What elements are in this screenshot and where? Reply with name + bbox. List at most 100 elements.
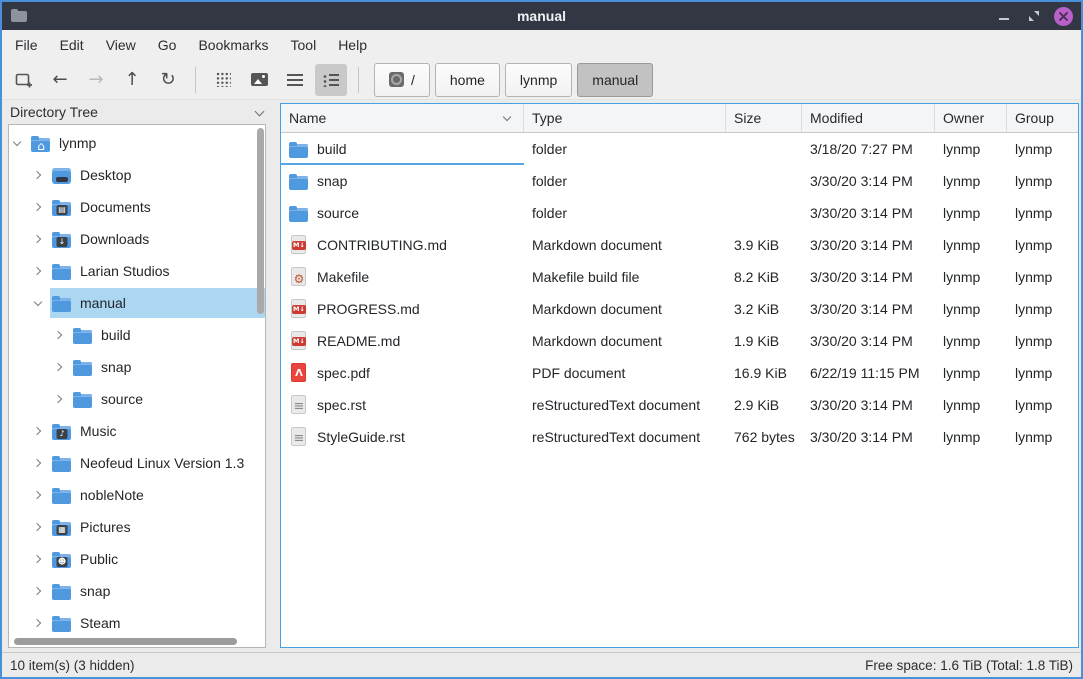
menu-tool[interactable]: Tool [280,30,328,60]
expander-icon[interactable] [34,299,43,308]
column-header-name[interactable]: Name [281,104,524,132]
tree-item-manual[interactable]: manual [9,287,265,319]
path-segment-manual[interactable]: manual [577,63,653,97]
toolbar-separator [195,67,196,93]
expander-icon[interactable] [34,619,43,628]
tree-item-steam[interactable]: Steam [9,607,265,639]
folder-icon [73,325,93,345]
file-row-progress-md[interactable]: PROGRESS.md Markdown document 3.2 KiB 3/… [281,293,1078,325]
tree-item-lynmp[interactable]: lynmp [9,127,265,159]
column-header-modified[interactable]: Modified [802,104,935,132]
menu-view[interactable]: View [95,30,147,60]
maximize-button[interactable] [1024,6,1044,26]
path-segment-lynmp[interactable]: lynmp [505,63,572,97]
expander-icon[interactable] [55,395,64,404]
expander-icon[interactable] [34,555,43,564]
titlebar: manual [2,2,1081,30]
folder-desktop-icon [52,165,72,185]
chevron-down-icon[interactable] [255,108,264,117]
arrow-up-icon: ↑ [124,71,139,89]
expander-icon[interactable] [34,171,43,180]
expander-icon[interactable] [34,235,43,244]
tree-item-public[interactable]: Public [9,543,265,575]
file-row-styleguide-rst[interactable]: StyleGuide.rst reStructuredText document… [281,421,1078,453]
folder-pictures-icon [52,517,72,537]
menu-help[interactable]: Help [327,30,378,60]
file-row-source[interactable]: source folder 3/30/20 3:14 PM lynmp lynm… [281,197,1078,229]
tree-item-documents[interactable]: Documents [9,191,265,223]
path-segment-home[interactable]: home [435,63,500,97]
forward-button[interactable]: → [80,64,112,96]
file-row-makefile[interactable]: Makefile Makefile build file 8.2 KiB 3/3… [281,261,1078,293]
folder-public-icon [52,549,72,569]
expander-icon[interactable] [13,139,22,148]
tree-item-label: Downloads [80,231,149,247]
menu-bookmarks[interactable]: Bookmarks [187,30,279,60]
file-owner: lynmp [935,421,1007,453]
column-header-size[interactable]: Size [726,104,802,132]
expander-icon[interactable] [55,363,64,372]
file-row-build[interactable]: build folder 3/18/20 7:27 PM lynmp lynmp [281,133,1078,165]
tree-vertical-scrollbar[interactable] [257,128,264,314]
file-row-spec-rst[interactable]: spec.rst reStructuredText document 2.9 K… [281,389,1078,421]
file-owner: lynmp [935,133,1007,165]
tree-item-label: lynmp [59,135,96,151]
detailed-list-icon [323,73,339,87]
menu-file[interactable]: File [4,30,49,60]
file-size: 2.9 KiB [726,389,802,421]
minimize-button[interactable] [994,6,1014,26]
file-group: lynmp [1007,229,1078,261]
item-count-text: 10 item(s) (3 hidden) [10,658,135,673]
tree-item-label: nobleNote [80,487,144,503]
folder-icon [52,613,72,633]
column-header-owner[interactable]: Owner [935,104,1007,132]
file-group: lynmp [1007,165,1078,197]
tree-item-music[interactable]: Music [9,415,265,447]
expander-icon[interactable] [34,203,43,212]
icon-view-button[interactable] [207,64,239,96]
menu-edit[interactable]: Edit [49,30,95,60]
folder-icon [52,453,72,473]
expander-icon[interactable] [34,491,43,500]
arrow-left-icon: ← [52,71,67,89]
file-row-spec-pdf[interactable]: spec.pdf PDF document 16.9 KiB 6/22/19 1… [281,357,1078,389]
expander-icon[interactable] [34,587,43,596]
toolbar-separator [358,67,359,93]
new-tab-button[interactable] [8,64,40,96]
tree-item-snap[interactable]: snap [9,351,265,383]
file-row-snap[interactable]: snap folder 3/30/20 3:14 PM lynmp lynmp [281,165,1078,197]
close-button[interactable] [1054,7,1073,26]
expander-icon[interactable] [34,267,43,276]
file-row-readme-md[interactable]: README.md Markdown document 1.9 KiB 3/30… [281,325,1078,357]
tree-item-pictures[interactable]: Pictures [9,511,265,543]
expander-icon[interactable] [55,331,64,340]
path-bar: / home lynmp manual [374,63,653,97]
file-owner: lynmp [935,325,1007,357]
reload-button[interactable]: ↻ [152,64,184,96]
menu-go[interactable]: Go [147,30,188,60]
tree-item-downloads[interactable]: Downloads [9,223,265,255]
compact-view-button[interactable] [279,64,311,96]
tree-item-desktop[interactable]: Desktop [9,159,265,191]
column-header-type[interactable]: Type [524,104,726,132]
expander-icon[interactable] [34,427,43,436]
thumbnail-view-button[interactable] [243,64,275,96]
tree-item-larian-studios[interactable]: Larian Studios [9,255,265,287]
path-segment-root[interactable]: / [374,63,430,97]
menubar: FileEditViewGoBookmarksToolHelp [2,30,1081,60]
column-header-group[interactable]: Group [1007,104,1078,132]
tree-item-snap[interactable]: snap [9,575,265,607]
tree-item-build[interactable]: build [9,319,265,351]
up-button[interactable]: ↑ [116,64,148,96]
tree-item-neofeud-linux-version-1-3[interactable]: Neofeud Linux Version 1.3 [9,447,265,479]
free-space-text: Free space: 1.6 TiB (Total: 1.8 TiB) [865,658,1073,673]
file-list-header: Name Type Size Modified Owner Group [281,104,1078,133]
tree-item-source[interactable]: source [9,383,265,415]
file-row-contributing-md[interactable]: CONTRIBUTING.md Markdown document 3.9 Ki… [281,229,1078,261]
tree-horizontal-scrollbar[interactable] [14,638,237,645]
back-button[interactable]: ← [44,64,76,96]
tree-item-noblenote[interactable]: nobleNote [9,479,265,511]
expander-icon[interactable] [34,459,43,468]
expander-icon[interactable] [34,523,43,532]
detailed-list-view-button[interactable] [315,64,347,96]
